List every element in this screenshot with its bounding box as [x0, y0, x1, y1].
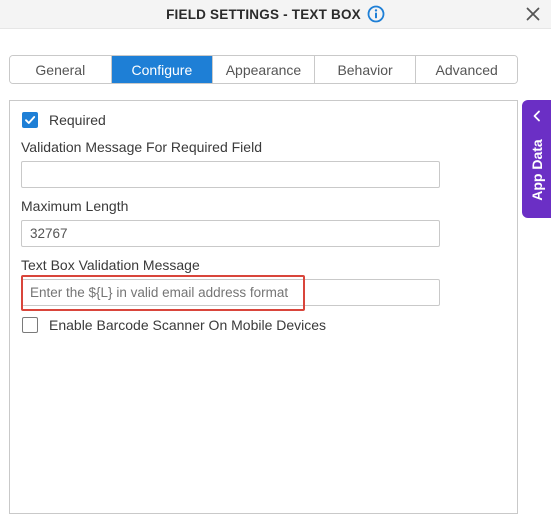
configure-panel: Required Validation Message For Required…: [9, 100, 518, 514]
validation-message-label: Text Box Validation Message: [21, 257, 200, 273]
maximum-length-input[interactable]: [21, 220, 440, 247]
info-circle-icon[interactable]: [367, 5, 385, 23]
tab-appearance[interactable]: Appearance: [213, 56, 315, 83]
close-button[interactable]: [523, 4, 543, 24]
validation-message-input[interactable]: [21, 279, 440, 306]
barcode-scanner-checkbox[interactable]: [22, 317, 38, 333]
required-message-label: Validation Message For Required Field: [21, 139, 262, 155]
barcode-scanner-label: Enable Barcode Scanner On Mobile Devices: [49, 317, 327, 333]
tab-general[interactable]: General: [10, 56, 112, 83]
required-message-input[interactable]: [21, 161, 440, 188]
maximum-length-label: Maximum Length: [21, 198, 129, 214]
app-data-tab[interactable]: App Data: [522, 100, 551, 218]
tab-configure[interactable]: Configure: [111, 56, 214, 83]
tab-behavior[interactable]: Behavior: [314, 56, 417, 83]
dialog-titlebar: FIELD SETTINGS - TEXT BOX: [0, 0, 551, 29]
dialog-title: FIELD SETTINGS - TEXT BOX: [166, 6, 361, 22]
required-label: Required: [49, 112, 106, 128]
close-icon: [526, 7, 540, 21]
tab-advanced[interactable]: Advanced: [416, 56, 517, 83]
chevron-left-icon: [533, 110, 540, 122]
app-data-label: App Data: [529, 139, 545, 201]
field-settings-dialog: FIELD SETTINGS - TEXT BOX General Config…: [0, 0, 551, 522]
required-checkbox[interactable]: [22, 112, 38, 128]
dialog-title-wrap: FIELD SETTINGS - TEXT BOX: [0, 0, 551, 28]
checkmark-icon: [25, 116, 36, 124]
settings-tabs: General Configure Appearance Behavior Ad…: [9, 55, 518, 84]
